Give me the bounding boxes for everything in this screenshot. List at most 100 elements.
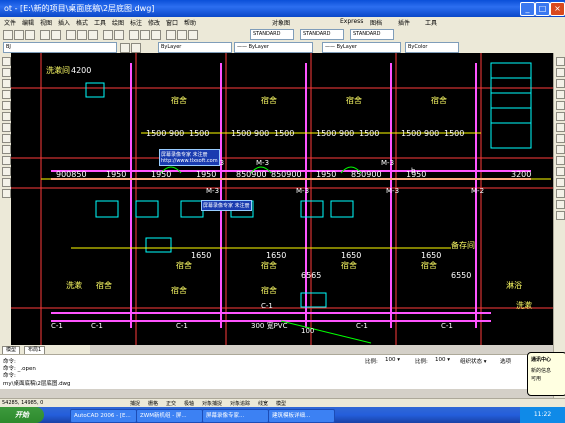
erase-icon[interactable] [556, 57, 565, 66]
taskbar-item[interactable]: 屏幕录像专家... [202, 409, 269, 423]
hatch-icon[interactable] [2, 167, 11, 176]
chamfer-icon[interactable] [556, 189, 565, 198]
scale-icon[interactable] [556, 134, 565, 143]
status-toggle-grid[interactable]: 栅格 [148, 400, 158, 407]
explode-icon[interactable] [556, 211, 565, 220]
command-input-line[interactable]: my\桌面底稿\2层底图.dwg [3, 379, 71, 387]
window-label: C-1 [261, 302, 273, 310]
new-icon[interactable] [3, 30, 13, 40]
mirror-icon[interactable] [556, 79, 565, 88]
preview-icon[interactable] [51, 30, 61, 40]
move-icon[interactable] [556, 112, 565, 121]
cut-icon[interactable] [66, 30, 76, 40]
menu-item[interactable]: 对象图 [272, 18, 290, 27]
polygon-icon[interactable] [2, 79, 11, 88]
close-icon[interactable]: × [550, 2, 565, 16]
undo-icon[interactable] [103, 30, 113, 40]
save-icon[interactable] [25, 30, 35, 40]
menu-item[interactable]: 文件 [4, 18, 16, 27]
line-icon[interactable] [2, 57, 11, 66]
linetype-select[interactable]: —— ByLayer [234, 42, 313, 53]
text-icon[interactable] [2, 189, 11, 198]
menu-item[interactable]: 窗口 [166, 18, 178, 27]
lineweight-select[interactable]: —— ByLayer [322, 42, 401, 53]
circle-icon[interactable] [2, 112, 11, 121]
color-select[interactable]: ByLayer [158, 42, 232, 53]
command-window[interactable]: 命令: 命令: _.open 命令: my\桌面底稿\2层底图.dwg 比例: … [0, 354, 553, 389]
taskbar-item[interactable]: 建筑模板详细... [268, 409, 335, 423]
scale-select[interactable]: 100 ▾ [385, 357, 400, 363]
status-toggle-osnap[interactable]: 对象捕捉 [202, 400, 222, 407]
point-icon[interactable] [2, 156, 11, 165]
menu-item[interactable]: 帮助 [184, 18, 196, 27]
menu-item[interactable]: 标注 [130, 18, 142, 27]
trim-icon[interactable] [556, 156, 565, 165]
status-toggle-polar[interactable]: 极轴 [184, 400, 194, 407]
offset-icon[interactable] [556, 90, 565, 99]
plotstyle-select[interactable]: ByColor [405, 42, 459, 53]
menu-item[interactable]: 插入 [58, 18, 70, 27]
maximize-icon[interactable]: □ [535, 2, 550, 16]
menu-item[interactable]: 修改 [148, 18, 160, 27]
print-icon[interactable] [40, 30, 50, 40]
extend-icon[interactable] [556, 167, 565, 176]
dim-text: 1500 [146, 129, 166, 138]
status-toggle-snap[interactable]: 捕捉 [130, 400, 140, 407]
options-button[interactable]: 选项 [500, 357, 511, 365]
fillet-icon[interactable] [556, 200, 565, 209]
polyline-icon[interactable] [2, 68, 11, 77]
menu-item[interactable]: Express [340, 18, 363, 25]
zoom-window-icon[interactable] [151, 30, 161, 40]
minimize-icon[interactable]: _ [520, 2, 535, 16]
text-style-select[interactable]: STANDARD [250, 29, 294, 40]
region-icon[interactable] [2, 178, 11, 187]
menu-item[interactable]: 工具 [94, 18, 106, 27]
note-text: 100 [301, 327, 314, 335]
menu-item[interactable]: 格式 [76, 18, 88, 27]
notification-balloon[interactable]: 通讯中心 新的信息 可用 [527, 352, 565, 396]
pan-icon[interactable] [129, 30, 139, 40]
dim-style-select[interactable]: STANDARD [300, 29, 344, 40]
spline-icon[interactable] [2, 123, 11, 132]
layer-previous-icon[interactable] [131, 43, 141, 53]
open-icon[interactable] [14, 30, 24, 40]
redo-icon[interactable] [114, 30, 124, 40]
block-icon[interactable] [2, 145, 11, 154]
drawing-canvas[interactable]: 1500 900 1500 1500 900 1500 1500 900 150… [11, 53, 553, 345]
organize-select[interactable]: 组织状态 ▾ [460, 357, 487, 365]
scale2-select[interactable]: 100 ▾ [435, 357, 450, 363]
rotate-icon[interactable] [556, 123, 565, 132]
taskbar-item[interactable]: AutoCAD 2006 - [E... [70, 409, 137, 423]
status-toggle-ortho[interactable]: 正交 [166, 400, 176, 407]
menu-item[interactable]: 编辑 [22, 18, 34, 27]
menu-item[interactable]: 工具 [425, 18, 437, 27]
menu-item[interactable]: 视图 [40, 18, 52, 27]
arc-icon[interactable] [2, 101, 11, 110]
dim-text: 1650 [341, 251, 361, 260]
copy-object-icon[interactable] [556, 68, 565, 77]
break-icon[interactable] [556, 178, 565, 187]
menu-item[interactable]: 绘图 [112, 18, 124, 27]
start-button[interactable]: 开始 [0, 407, 44, 423]
dim-text: 850900 [236, 170, 267, 179]
status-toggle-otrack[interactable]: 对象追踪 [230, 400, 250, 407]
array-icon[interactable] [556, 101, 565, 110]
help-icon[interactable] [188, 30, 198, 40]
layer-select[interactable]: BJ [3, 42, 117, 53]
taskbar-item[interactable]: ZWM新机组 - 屏... [136, 409, 203, 423]
layer-manager-icon[interactable] [120, 43, 130, 53]
properties-icon[interactable] [166, 30, 176, 40]
paste-icon[interactable] [88, 30, 98, 40]
copy-icon[interactable] [77, 30, 87, 40]
rectangle-icon[interactable] [2, 90, 11, 99]
menu-item[interactable]: 图档 [370, 18, 382, 27]
stretch-icon[interactable] [556, 145, 565, 154]
table-style-select[interactable]: STANDARD [350, 29, 394, 40]
zoom-icon[interactable] [140, 30, 150, 40]
menu-item[interactable]: 插件 [398, 18, 410, 27]
design-center-icon[interactable] [177, 30, 187, 40]
status-toggle-lwt[interactable]: 线宽 [258, 400, 268, 407]
ellipse-icon[interactable] [2, 134, 11, 143]
scale-label: 比例: [365, 359, 378, 365]
status-toggle-model[interactable]: 模型 [276, 400, 286, 407]
